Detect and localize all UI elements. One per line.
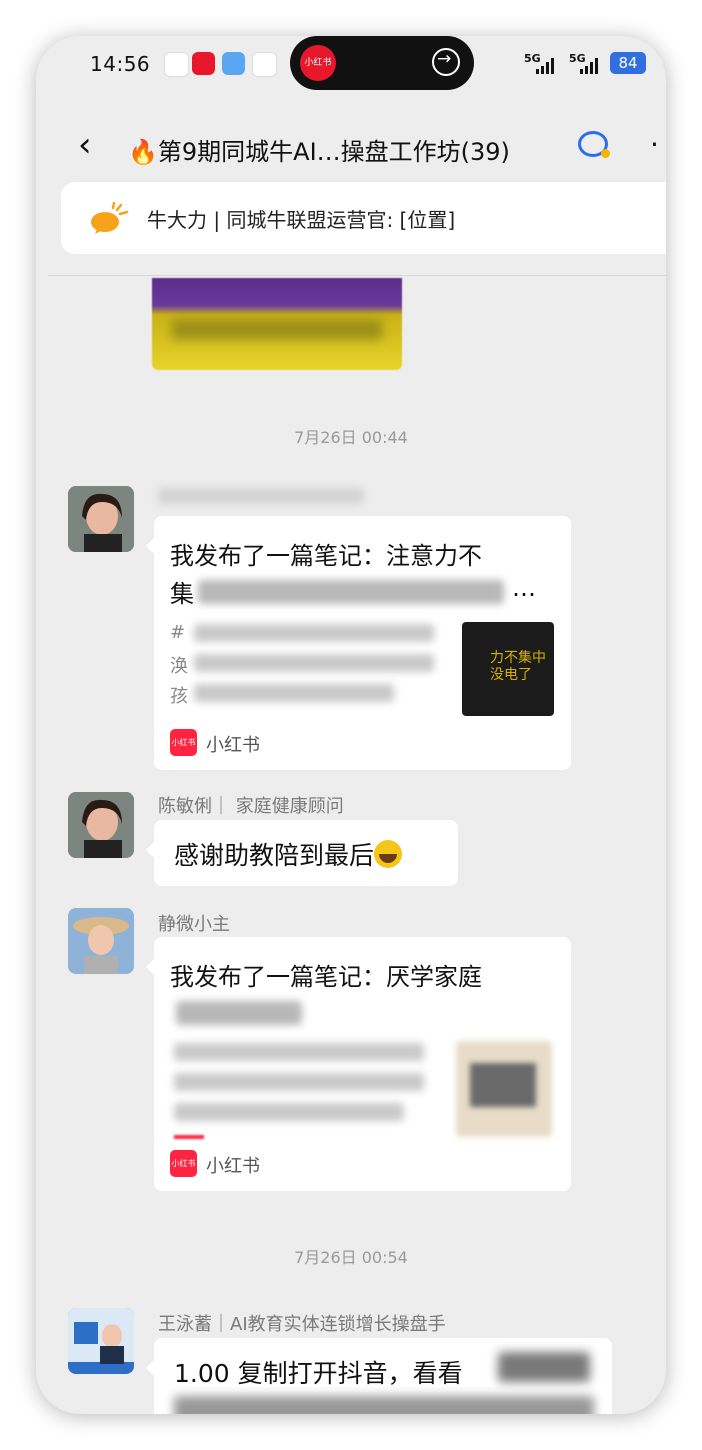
blurred-text xyxy=(174,1073,424,1091)
island-app-icon: 小红书 xyxy=(300,45,336,81)
sender-name: 陈敏俐｜ 家庭健康顾问 xyxy=(158,796,344,817)
timestamp: 7月26日 00:44 xyxy=(294,428,408,447)
status-bar: 14:56 小红书 5G 5G 84 xyxy=(36,36,666,94)
avatar-photo xyxy=(68,486,134,552)
avatar[interactable] xyxy=(68,1308,134,1374)
crying-emoji-icon xyxy=(374,840,403,868)
blurred-text xyxy=(174,1396,594,1414)
blurred-mark xyxy=(174,1135,204,1139)
back-button[interactable]: ‹ xyxy=(78,128,92,162)
xiaohongshu-logo-icon: 小红书 xyxy=(170,729,197,756)
avatar[interactable] xyxy=(68,486,134,552)
status-time: 14:56 xyxy=(90,52,151,76)
sender-name-blurred xyxy=(158,488,364,504)
message-text: 感谢助教陪到最后 xyxy=(174,836,403,872)
avatar[interactable] xyxy=(68,908,134,974)
qq-icon xyxy=(164,52,189,77)
note-thumbnail: 力不集中 没电了 xyxy=(462,622,554,716)
blurred-text xyxy=(176,1001,302,1025)
text-bubble[interactable]: 感谢助教陪到最后 xyxy=(146,820,458,886)
weather-icon xyxy=(222,52,245,75)
card-title-line1: 我发布了一篇笔记：注意力不 xyxy=(170,542,482,570)
group-title[interactable]: 🔥第9期同城牛AI…操盘工作坊(39) xyxy=(128,132,548,167)
xiaohongshu-logo-icon: 小红书 xyxy=(170,1150,197,1177)
avatar-photo xyxy=(68,908,134,974)
blurred-text xyxy=(174,1103,404,1121)
battery-indicator: 84 xyxy=(610,52,646,74)
blurred-text xyxy=(194,684,394,702)
header-divider xyxy=(48,275,666,276)
group-chat-icon[interactable] xyxy=(578,131,610,158)
card-desc-start-3: 孩 xyxy=(170,686,188,707)
blurred-text xyxy=(194,624,434,642)
chat-header: ‹ 🔥第9期同城牛AI…操盘工作坊(39) · xyxy=(36,124,666,184)
thumbnail-text: 力不集中 没电了 xyxy=(490,650,546,683)
shared-image[interactable] xyxy=(152,278,402,370)
signal-bars-2 xyxy=(580,58,602,74)
blurred-text xyxy=(198,580,504,604)
sender-name: 静微小主 xyxy=(158,914,230,935)
card-desc-start-1: # xyxy=(170,622,186,643)
avatar-photo xyxy=(68,792,134,858)
card-title-line1: 我发布了一篇笔记：厌学家庭 xyxy=(170,963,482,991)
message-text: 1.00 复制打开抖音，看看 xyxy=(174,1359,463,1388)
sender-name: 王泳蓄｜AI教育实体连锁增长操盘手 xyxy=(158,1314,446,1335)
card-title-line2-end: … xyxy=(512,574,536,602)
pinned-notice[interactable]: 牛大力 | 同城牛联盟运营官: [位置] xyxy=(61,182,666,254)
card-title-line2-start: 集 xyxy=(170,580,194,608)
timestamp: 7月26日 00:54 xyxy=(294,1248,408,1267)
xiaohongshu-notify-icon xyxy=(192,52,215,75)
pinned-notice-text: 牛大力 | 同城牛联盟运营官: [位置] xyxy=(147,208,456,232)
more-dots-icon[interactable]: · xyxy=(650,128,659,161)
exit-icon[interactable] xyxy=(432,48,460,76)
app-notify-icon xyxy=(252,52,277,77)
phone-screen: 14:56 小红书 5G 5G 84 ‹ 🔥第9期同城牛AI…操盘工作坊(39)… xyxy=(36,36,666,1414)
avatar-photo xyxy=(68,1308,134,1374)
text-bubble[interactable]: 1.00 复制打开抖音，看看 xyxy=(146,1338,612,1414)
dynamic-island[interactable]: 小红书 xyxy=(290,36,474,90)
note-card[interactable]: 我发布了一篇笔记：厌学家庭 小红书 小红书 xyxy=(146,937,571,1191)
avatar[interactable] xyxy=(68,792,134,858)
blurred-text xyxy=(194,654,434,672)
announcement-icon xyxy=(91,202,129,234)
note-card[interactable]: 我发布了一篇笔记：注意力不 集 … # 涣 孩 力不集中 没电了 小红书 小红书 xyxy=(146,516,571,770)
card-source: 小红书 xyxy=(206,1156,260,1177)
blurred-text xyxy=(174,1043,424,1061)
card-source: 小红书 xyxy=(206,735,260,756)
signal-bars-1 xyxy=(536,58,558,74)
note-thumbnail xyxy=(456,1041,552,1137)
blurred-text xyxy=(498,1352,590,1382)
card-desc-start-2: 涣 xyxy=(170,656,188,677)
